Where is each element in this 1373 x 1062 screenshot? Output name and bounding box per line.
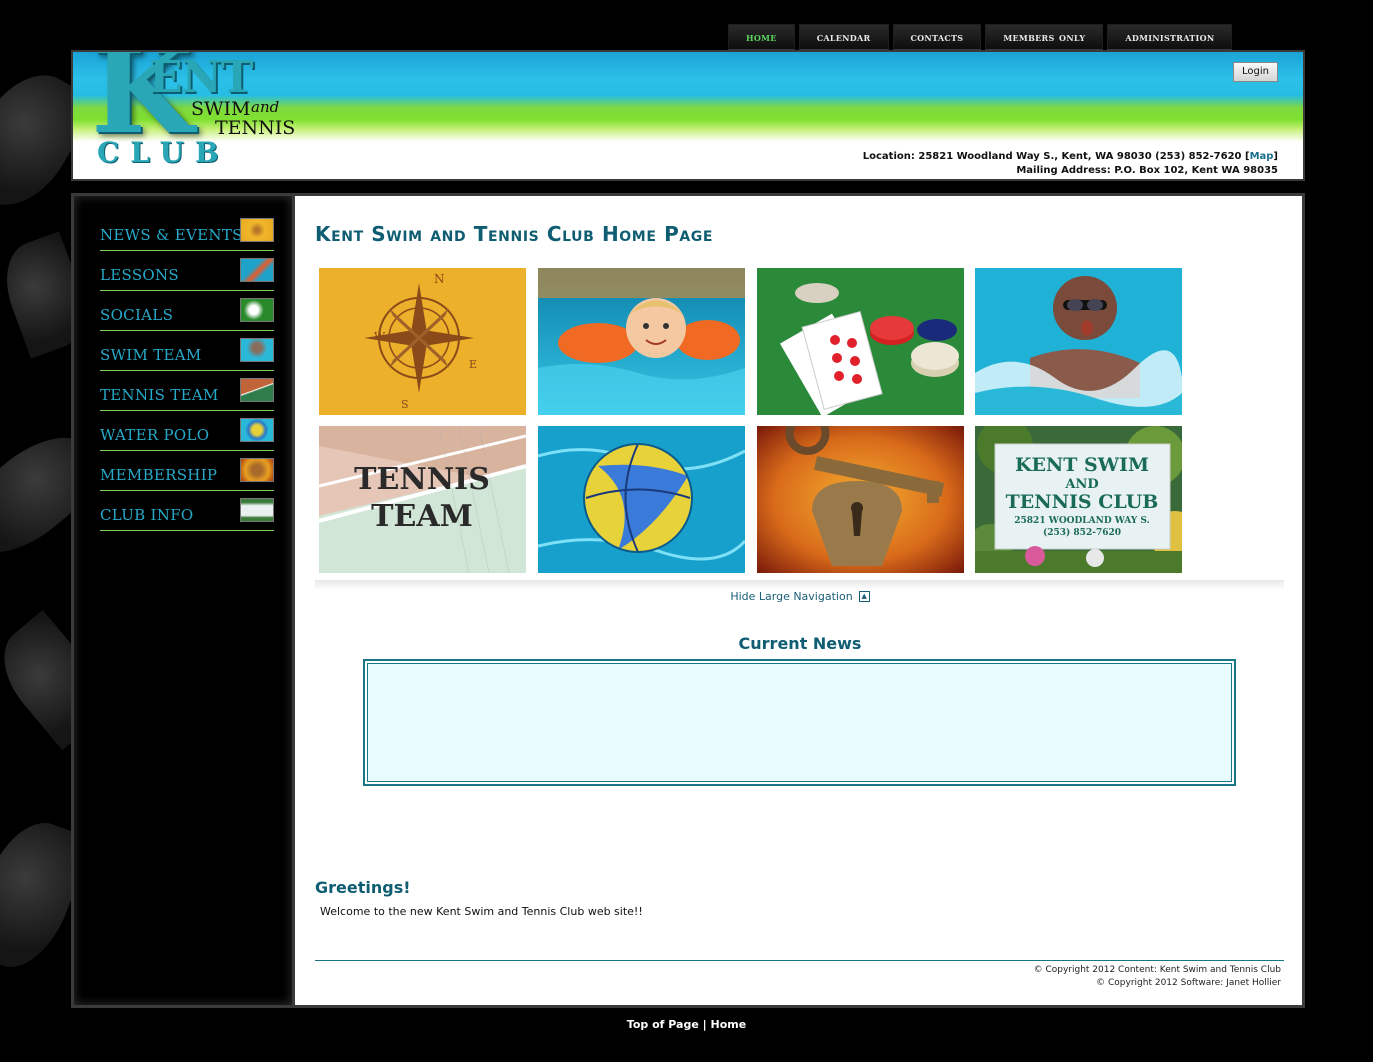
sidebar-item-lessons[interactable]: LESSONS [100, 252, 274, 291]
current-news-heading: Current News [738, 634, 862, 653]
logo-letters-ent: ENT [149, 52, 253, 103]
lessons-tile[interactable] [538, 268, 745, 415]
location-close: ] [1273, 151, 1278, 162]
nav-home[interactable]: HOME [728, 24, 795, 50]
key-lock-thumb-icon [240, 458, 274, 482]
logo-club: CLUB [97, 136, 230, 169]
sign-line3: TENNIS CLUB [1006, 491, 1159, 513]
page-title: Kent Swim and Tennis Club Home Page [315, 222, 714, 246]
sidebar-item-label: SOCIALS [100, 306, 174, 324]
greeting-text: Welcome to the new Kent Swim and Tennis … [320, 905, 643, 918]
logo-and: and [251, 98, 280, 116]
sidebar-item-label: SWIM TEAM [100, 346, 202, 364]
water-polo-ball-thumb-icon [240, 418, 274, 442]
sidebar-item-label: TENNIS TEAM [100, 386, 219, 404]
swim-team-thumb-icon [240, 338, 274, 362]
tennis-team-tile[interactable]: TENNIS TEAM [319, 426, 526, 573]
cards-thumb-icon [240, 298, 274, 322]
club-logo[interactable]: K ENT SWIM and TENNIS CLUB [91, 52, 331, 172]
news-events-tile[interactable]: N W E S [319, 268, 526, 415]
sign-line2: AND [1064, 477, 1098, 492]
tennis-net-icon: TENNIS TEAM [319, 426, 526, 573]
compass-rose-icon: N W E S [319, 268, 526, 415]
sidebar-item-tennis-team[interactable]: TENNIS TEAM [100, 372, 274, 411]
membership-tile[interactable] [757, 426, 964, 573]
tennis-tile-line2: TEAM [371, 499, 473, 534]
sidebar-item-socials[interactable]: SOCIALS [100, 292, 274, 331]
water-polo-ball-icon [538, 426, 745, 573]
sign-line4: 25821 WOODLAND WAY S. [1014, 516, 1149, 526]
nav-contacts[interactable]: CONTACTS [892, 24, 982, 50]
sidebar-item-membership[interactable]: MEMBERSHIP [100, 452, 274, 491]
bottom-links: Top of Page | Home [0, 1018, 1373, 1031]
tennis-court-thumb-icon [240, 378, 274, 402]
home-link[interactable]: Home [711, 1018, 747, 1031]
child-swimmer-icon [538, 268, 745, 415]
map-link[interactable]: Map [1250, 151, 1274, 162]
copyright-block: © Copyright 2012 Content: Kent Swim and … [1034, 964, 1281, 990]
copyright-content: © Copyright 2012 Content: Kent Swim and … [1033, 965, 1281, 975]
svg-text:S: S [401, 398, 409, 411]
main-content: Kent Swim and Tennis Club Home Page N W … [295, 193, 1305, 1008]
top-of-page-link[interactable]: Top of Page [627, 1018, 699, 1031]
swim-team-tile[interactable] [975, 268, 1182, 415]
water-polo-tile[interactable] [538, 426, 745, 573]
svg-text:W: W [374, 330, 386, 343]
current-news-box [363, 659, 1236, 786]
greeting-heading: Greetings! [315, 878, 411, 897]
tennis-tile-line1: TENNIS [354, 462, 490, 497]
sidebar-item-label: LESSONS [100, 266, 179, 284]
club-sign-thumb-icon [240, 498, 274, 522]
sidebar-item-news-events[interactable]: NEWS & EVENTS [100, 212, 274, 251]
compass-thumb-icon [240, 218, 274, 242]
socials-tile[interactable] [757, 268, 964, 415]
skeleton-key-lock-icon [757, 426, 964, 573]
sidebar-item-club-info[interactable]: CLUB INFO [100, 492, 274, 531]
login-button[interactable]: Login [1233, 62, 1278, 82]
sidebar-item-label: MEMBERSHIP [100, 466, 218, 484]
mailing-address: Mailing Address: P.O. Box 102, Kent WA 9… [1016, 165, 1278, 176]
address-block: Location: 25821 Woodland Way S., Kent, W… [863, 150, 1278, 178]
sidebar-item-label: NEWS & EVENTS [100, 226, 243, 244]
header-banner: K ENT SWIM and TENNIS CLUB Login Locatio… [71, 50, 1305, 181]
sidebar-item-water-polo[interactable]: WATER POLO [100, 412, 274, 451]
link-separator: | [702, 1018, 707, 1031]
hide-large-navigation-link[interactable]: Hide Large Navigation ▲ [295, 590, 1305, 603]
svg-text:E: E [469, 358, 477, 371]
swimmer-thumb-icon [240, 258, 274, 282]
nav-members-only[interactable]: MEMBERS ONLY [985, 24, 1104, 50]
sidebar: NEWS & EVENTS LESSONS SOCIALS SWIM TEAM … [71, 193, 295, 1008]
arrow-up-icon: ▲ [858, 591, 870, 602]
top-navigation: HOME CALENDAR CONTACTS MEMBERS ONLY ADMI… [728, 24, 1236, 50]
sidebar-item-label: WATER POLO [100, 426, 210, 444]
location-text: Location: 25821 Woodland Way S., Kent, W… [862, 151, 1250, 162]
svg-text:N: N [434, 272, 445, 286]
footer-divider [315, 960, 1284, 961]
butterfly-swimmer-icon [975, 268, 1182, 415]
copyright-software: © Copyright 2012 Software: Janet Hollier [1096, 978, 1281, 988]
sign-line1: KENT SWIM [1015, 454, 1149, 476]
nav-administration[interactable]: ADMINISTRATION [1107, 24, 1233, 50]
navigation-divider [315, 580, 1284, 590]
sidebar-item-label: CLUB INFO [100, 506, 194, 524]
club-info-tile[interactable]: KENT SWIM AND TENNIS CLUB 25821 WOODLAND… [975, 426, 1182, 573]
location-line: Location: 25821 Woodland Way S., Kent, W… [863, 150, 1278, 164]
hide-nav-label: Hide Large Navigation [730, 590, 853, 603]
sign-line5: (253) 852-7620 [1043, 527, 1121, 538]
playing-cards-chips-icon [757, 268, 964, 415]
nav-calendar[interactable]: CALENDAR [798, 24, 889, 50]
club-sign-icon: KENT SWIM AND TENNIS CLUB 25821 WOODLAND… [975, 426, 1182, 573]
sidebar-item-swim-team[interactable]: SWIM TEAM [100, 332, 274, 371]
